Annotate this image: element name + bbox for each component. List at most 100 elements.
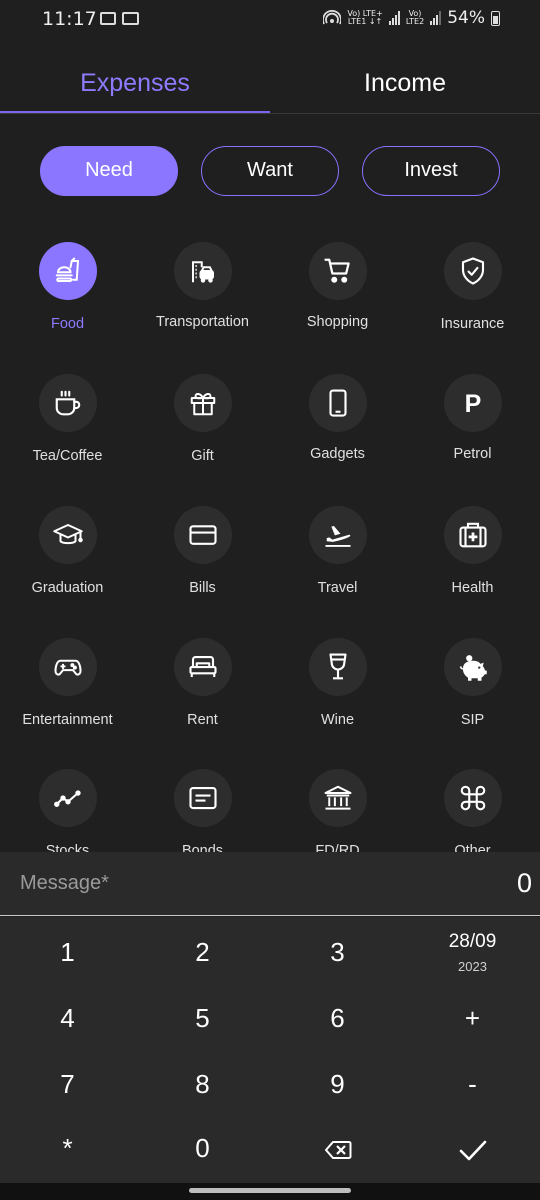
confirm-button[interactable] xyxy=(405,1115,540,1181)
gamepad-icon xyxy=(38,638,97,696)
category-grid: Food Transportation Shopping Insurance T… xyxy=(0,240,540,852)
category-petrol[interactable]: P Petrol xyxy=(405,374,540,462)
category-label: Gift xyxy=(191,448,214,464)
category-label: Tea/Coffee xyxy=(32,448,103,464)
expense-type-selector: Need Want Invest xyxy=(40,146,500,196)
key-5[interactable]: 5 xyxy=(135,985,270,1051)
category-label: SIP xyxy=(460,712,485,728)
amount-display: 0 xyxy=(516,868,532,898)
category-transportation[interactable]: Transportation xyxy=(135,242,270,330)
key-9[interactable]: 9 xyxy=(270,1051,405,1117)
date-button[interactable]: 28/09 2023 xyxy=(405,917,540,983)
network-1-label: Vo) LTE+ LTE1 ↓↑ xyxy=(347,9,383,26)
battery-icon xyxy=(491,10,500,26)
gallery-notification-icon xyxy=(100,12,116,25)
category-label: Stocks xyxy=(45,843,90,852)
category-label: Rent xyxy=(187,712,218,728)
keypad: 1 2 3 28/09 2023 4 5 6 + 7 8 9 - * 0 xyxy=(0,917,540,1183)
phone-icon xyxy=(308,374,367,432)
parking-p-icon: P xyxy=(443,374,502,432)
cart-icon xyxy=(308,242,367,300)
category-label: Insurance xyxy=(440,316,505,332)
trend-line-icon xyxy=(38,769,97,827)
battery-percent: 54% xyxy=(447,8,485,28)
category-label: Transportation xyxy=(156,314,249,330)
backspace-button[interactable] xyxy=(270,1115,405,1181)
hotspot-icon xyxy=(323,10,342,25)
category-gift[interactable]: Gift xyxy=(135,374,270,464)
invest-button[interactable]: Invest xyxy=(362,146,500,196)
backspace-icon xyxy=(324,1141,351,1160)
command-icon xyxy=(443,769,502,827)
category-label: Bonds xyxy=(181,843,224,852)
category-stocks[interactable]: Stocks xyxy=(0,769,135,852)
gift-icon xyxy=(173,374,232,432)
key-3[interactable]: 3 xyxy=(270,919,405,985)
category-label: Travel xyxy=(317,580,358,596)
category-travel[interactable]: Travel xyxy=(270,506,405,596)
key-1[interactable]: 1 xyxy=(0,919,135,985)
minus-button[interactable]: - xyxy=(405,1051,540,1117)
category-label: Other xyxy=(454,843,491,852)
category-entertainment[interactable]: Entertainment xyxy=(0,638,135,728)
key-4[interactable]: 4 xyxy=(0,985,135,1051)
key-7[interactable]: 7 xyxy=(0,1051,135,1117)
date-day-month: 28/09 xyxy=(448,931,497,952)
signal-2-icon xyxy=(430,11,442,25)
category-food[interactable]: Food xyxy=(0,242,135,332)
key-0[interactable]: 0 xyxy=(135,1115,270,1181)
message-input[interactable]: Message* xyxy=(20,872,109,895)
navigation-bar xyxy=(0,1183,540,1200)
type-tabs: Expenses Income xyxy=(0,52,540,114)
home-handle[interactable] xyxy=(189,1188,351,1193)
category-label: Wine xyxy=(320,712,355,728)
category-tea-coffee[interactable]: Tea/Coffee xyxy=(0,374,135,464)
message-row: Message* 0 xyxy=(0,852,540,916)
category-label: Health xyxy=(451,580,494,596)
category-rent[interactable]: Rent xyxy=(135,638,270,728)
first-aid-kit-icon xyxy=(443,506,502,564)
category-label: Food xyxy=(50,316,85,332)
tab-divider xyxy=(0,113,540,114)
category-health[interactable]: Health xyxy=(405,506,540,596)
key-6[interactable]: 6 xyxy=(270,985,405,1051)
status-right: Vo) LTE+ LTE1 ↓↑ Vo) LTE2 54% xyxy=(323,8,500,28)
want-button[interactable]: Want xyxy=(201,146,339,196)
need-button[interactable]: Need xyxy=(40,146,178,196)
tab-expenses[interactable]: Expenses xyxy=(0,52,270,114)
voicemail-notification-icon xyxy=(122,12,139,25)
certificate-icon xyxy=(173,769,232,827)
transportation-icon xyxy=(173,242,232,300)
category-label: Gadgets xyxy=(310,446,365,462)
check-icon xyxy=(459,1140,486,1161)
category-label: Graduation xyxy=(31,580,104,596)
category-wine[interactable]: Wine xyxy=(270,638,405,728)
card-icon xyxy=(173,506,232,564)
bed-icon xyxy=(173,638,232,696)
key-8[interactable]: 8 xyxy=(135,1051,270,1117)
category-gadgets[interactable]: Gadgets xyxy=(270,374,405,462)
category-sip[interactable]: SIP xyxy=(405,638,540,728)
network-2-label: Vo) LTE2 xyxy=(405,9,425,26)
category-fd-rd[interactable]: FD/RD xyxy=(270,769,405,852)
key-2[interactable]: 2 xyxy=(135,919,270,985)
category-label: Entertainment xyxy=(22,712,113,728)
category-other[interactable]: Other xyxy=(405,769,540,852)
category-insurance[interactable]: Insurance xyxy=(405,242,540,332)
svg-text:P: P xyxy=(464,390,481,418)
category-label: Bills xyxy=(189,580,216,596)
plus-button[interactable]: + xyxy=(405,985,540,1051)
category-shopping[interactable]: Shopping xyxy=(270,242,405,330)
category-bills[interactable]: Bills xyxy=(135,506,270,596)
signal-1-icon xyxy=(388,11,400,25)
multiply-button[interactable]: * xyxy=(0,1115,135,1181)
coffee-mug-icon xyxy=(38,374,97,432)
date-year: 2023 xyxy=(458,959,487,974)
category-graduation[interactable]: Graduation xyxy=(0,506,135,596)
plane-icon xyxy=(308,506,367,564)
food-icon xyxy=(38,242,97,300)
shield-check-icon xyxy=(443,242,502,300)
tab-income[interactable]: Income xyxy=(270,52,540,114)
category-label: FD/RD xyxy=(315,843,360,852)
category-bonds[interactable]: Bonds xyxy=(135,769,270,852)
